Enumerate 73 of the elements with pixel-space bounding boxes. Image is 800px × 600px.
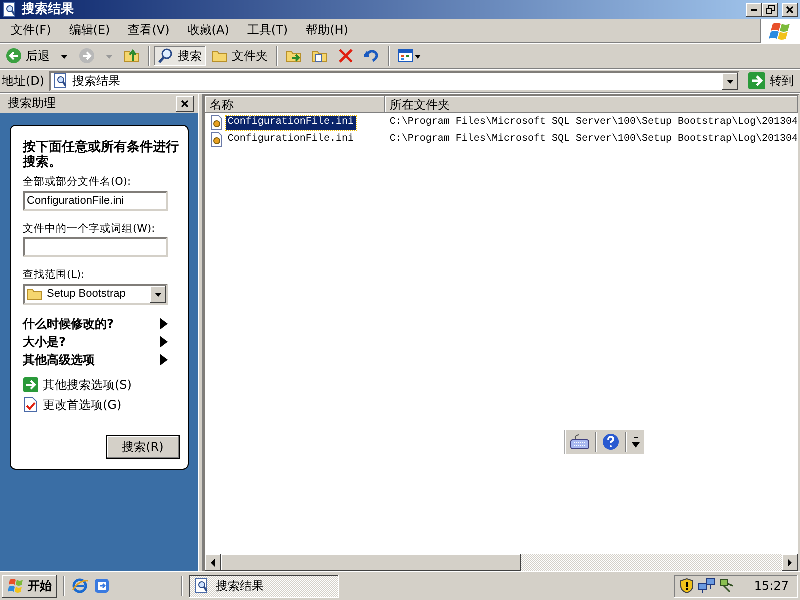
menu-item[interactable]: 查看(V) (119, 21, 179, 40)
close-icon (786, 6, 794, 14)
pane-title: 搜索助理 (8, 96, 56, 111)
flag-icon (7, 578, 25, 594)
search-button[interactable]: 搜索 (154, 46, 206, 66)
search-instructions: 按下面任意或所有条件进行搜索。 (23, 140, 180, 170)
search-option-link[interactable]: 其他搜索选项(S) (23, 374, 180, 395)
option-expander[interactable]: 什么时候修改的? (23, 314, 168, 333)
menu-item[interactable]: 文件(F) (2, 21, 60, 40)
help-icon[interactable] (602, 433, 620, 451)
folder-up-icon (124, 48, 140, 64)
go-button[interactable]: 转到 (744, 72, 798, 90)
search-submit-button[interactable]: 搜索(R) (106, 435, 180, 459)
keyboard-icon[interactable] (570, 434, 590, 450)
desktop-shortcut-icon[interactable] (93, 577, 111, 595)
search-window-icon (194, 578, 210, 594)
taskbar-window-button[interactable]: 搜索结果 (189, 574, 339, 598)
dropdown-button[interactable] (722, 72, 738, 90)
ini-file-icon (208, 114, 225, 130)
field-label: 文件中的一个字或词组(W): (23, 222, 156, 236)
search-icon (158, 48, 174, 64)
close-icon (180, 100, 189, 108)
minimize-button[interactable] (746, 2, 762, 16)
folder-path: C:\Program Files\Microsoft SQL Server\100\Setup Bootstrap\Log\201304 (388, 134, 798, 146)
browser-globe-icon[interactable] (71, 577, 89, 595)
undo-icon (364, 48, 380, 64)
go-arrow-icon (748, 72, 766, 90)
folders-button[interactable]: 文件夹 (208, 46, 272, 66)
menu-item[interactable]: 收藏(A) (178, 21, 238, 40)
views-icon (398, 48, 422, 64)
field-label: 全部或部分文件名(O): (23, 176, 132, 189)
document-check-icon (23, 396, 39, 413)
option-expander[interactable]: 大小是? (23, 332, 168, 351)
options-arrow-icon[interactable] (632, 435, 640, 449)
option-expander[interactable]: 其他高级选项 (23, 350, 168, 369)
delete-icon (338, 48, 354, 64)
address-label: 地址(D) (2, 74, 45, 88)
search-option-link[interactable]: 更改首选项(G) (23, 394, 180, 415)
connection-icon[interactable] (719, 578, 736, 594)
pane-close-button[interactable] (176, 96, 194, 112)
search-window-icon (52, 73, 69, 89)
expand-arrow-icon (160, 318, 168, 330)
column-header[interactable]: 所在文件夹 (384, 96, 798, 113)
horizontal-scrollbar[interactable] (204, 554, 798, 571)
restore-button[interactable] (762, 2, 778, 16)
menu-item[interactable]: 编辑(E) (60, 21, 120, 40)
scroll-right-icon (787, 558, 793, 566)
filename-field[interactable]: ConfigurationFile.ini (23, 190, 168, 211)
expand-arrow-icon (160, 354, 168, 366)
shield-icon[interactable] (679, 578, 696, 594)
start-button[interactable]: 开始 (2, 574, 57, 598)
file-name[interactable]: ConfigurationFile.ini (226, 116, 356, 130)
ini-file-icon (208, 132, 225, 148)
menu-item[interactable]: 帮助(H) (297, 21, 358, 40)
back-button[interactable]: 后退 (2, 46, 54, 66)
expand-arrow-icon (160, 336, 168, 348)
search-window-icon (2, 2, 18, 18)
arrow-icon (23, 376, 39, 393)
file-name[interactable]: ConfigurationFile.ini (226, 132, 356, 146)
window-title: 搜索结果 (22, 2, 74, 18)
look-in-dropdown[interactable]: Setup Bootstrap (23, 284, 168, 305)
network-icon[interactable] (698, 578, 716, 594)
folder-path: C:\Program Files\Microsoft SQL Server\100\Setup Bootstrap\Log\201304 (388, 116, 798, 128)
menu-item[interactable]: 工具(T) (238, 21, 298, 40)
minimize-icon (751, 8, 757, 10)
clock: 15:27 (754, 578, 789, 594)
scroll-left-icon (210, 558, 216, 566)
phrase-field[interactable] (23, 237, 168, 258)
column-header[interactable]: 名称 (204, 96, 385, 113)
address-field[interactable]: 搜索结果 (48, 70, 740, 92)
field-label: 查找范围(L): (23, 269, 86, 282)
close-button[interactable] (782, 2, 798, 16)
restore-icon (766, 5, 774, 14)
